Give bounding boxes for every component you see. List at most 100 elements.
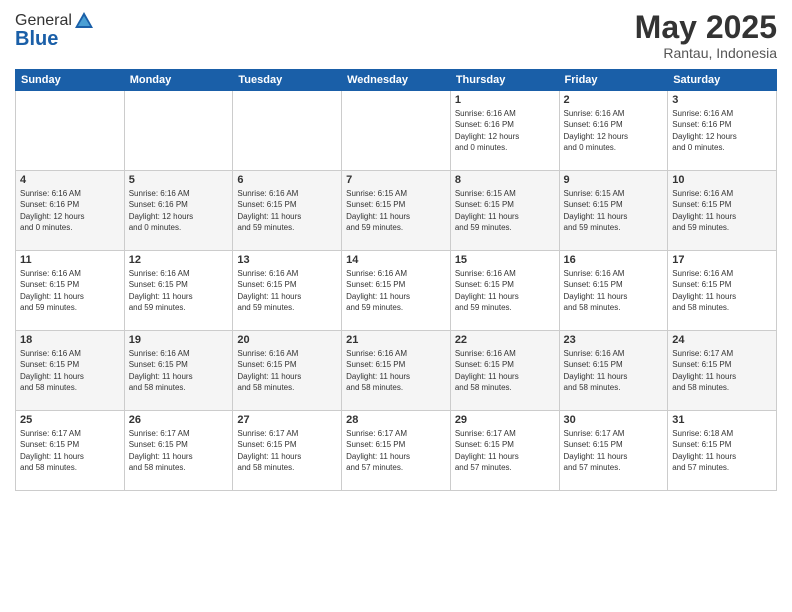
day-info: Sunrise: 6:17 AM Sunset: 6:15 PM Dayligh… [564, 428, 664, 473]
weekday-header-row: SundayMondayTuesdayWednesdayThursdayFrid… [16, 70, 777, 91]
calendar-cell: 3 Sunrise: 6:16 AM Sunset: 6:16 PM Daylig… [668, 91, 777, 171]
page: General Blue May 2025 Rantau, Indonesia … [0, 0, 792, 612]
header: General Blue May 2025 Rantau, Indonesia [15, 10, 777, 61]
calendar-cell [16, 91, 125, 171]
calendar-cell: 14Sunrise: 6:16 AM Sunset: 6:15 PM Dayli… [342, 251, 451, 331]
day-info: Sunrise: 6:16 AM Sunset: 6:15 PM Dayligh… [346, 268, 446, 313]
day-info: Sunrise: 6:16 AM Sunset: 6:15 PM Dayligh… [564, 268, 664, 313]
calendar-cell: 2 Sunrise: 6:16 AM Sunset: 6:16 PM Daylig… [559, 91, 668, 171]
calendar-cell: 26 Sunrise: 6:17 AM Sunset: 6:15 PM Dayli… [124, 411, 233, 491]
day-number: 3 [672, 94, 772, 106]
day-number: 26 [129, 414, 229, 426]
day-number: 25 [20, 414, 120, 426]
calendar-cell [342, 91, 451, 171]
calendar-cell: 1 Sunrise: 6:16 AM Sunset: 6:16 PM Daylig… [450, 91, 559, 171]
calendar-cell: 22Sunrise: 6:16 AM Sunset: 6:15 PM Dayli… [450, 331, 559, 411]
day-number: 30 [564, 414, 664, 426]
logo-icon [73, 10, 95, 32]
calendar-cell: 24 Sunrise: 6:17 AM Sunset: 6:15 PM Dayli… [668, 331, 777, 411]
day-info: Sunrise: 6:16 AM Sunset: 6:15 PM Dayligh… [20, 268, 120, 313]
subtitle: Rantau, Indonesia [635, 45, 777, 61]
day-number: 5 [129, 174, 229, 186]
week-row-2: 4Sunrise: 6:16 AM Sunset: 6:16 PM Daylig… [16, 171, 777, 251]
day-info: Sunrise: 6:16 AM Sunset: 6:16 PM Dayligh… [455, 108, 555, 153]
calendar-cell: 30 Sunrise: 6:17 AM Sunset: 6:15 PM Dayli… [559, 411, 668, 491]
day-number: 10 [672, 174, 772, 186]
main-title: May 2025 [635, 10, 777, 45]
calendar-cell: 7 Sunrise: 6:15 AM Sunset: 6:15 PM Daylig… [342, 171, 451, 251]
weekday-header-friday: Friday [559, 70, 668, 91]
day-info: Sunrise: 6:16 AM Sunset: 6:15 PM Dayligh… [20, 348, 120, 393]
day-info: Sunrise: 6:16 AM Sunset: 6:15 PM Dayligh… [237, 348, 337, 393]
day-info: Sunrise: 6:17 AM Sunset: 6:15 PM Dayligh… [346, 428, 446, 473]
day-info: Sunrise: 6:16 AM Sunset: 6:15 PM Dayligh… [129, 348, 229, 393]
calendar-cell: 5 Sunrise: 6:16 AM Sunset: 6:16 PM Daylig… [124, 171, 233, 251]
calendar-cell: 8 Sunrise: 6:15 AM Sunset: 6:15 PM Daylig… [450, 171, 559, 251]
weekday-header-monday: Monday [124, 70, 233, 91]
day-number: 11 [20, 254, 120, 266]
day-number: 7 [346, 174, 446, 186]
day-info: Sunrise: 6:18 AM Sunset: 6:15 PM Dayligh… [672, 428, 772, 473]
day-info: Sunrise: 6:16 AM Sunset: 6:15 PM Dayligh… [237, 188, 337, 233]
calendar-cell: 23Sunrise: 6:16 AM Sunset: 6:15 PM Dayli… [559, 331, 668, 411]
calendar-cell: 25Sunrise: 6:17 AM Sunset: 6:15 PM Dayli… [16, 411, 125, 491]
day-number: 8 [455, 174, 555, 186]
day-number: 16 [564, 254, 664, 266]
day-info: Sunrise: 6:15 AM Sunset: 6:15 PM Dayligh… [455, 188, 555, 233]
day-info: Sunrise: 6:16 AM Sunset: 6:15 PM Dayligh… [237, 268, 337, 313]
day-info: Sunrise: 6:17 AM Sunset: 6:15 PM Dayligh… [129, 428, 229, 473]
day-number: 17 [672, 254, 772, 266]
calendar-cell: 19 Sunrise: 6:16 AM Sunset: 6:15 PM Dayli… [124, 331, 233, 411]
day-number: 1 [455, 94, 555, 106]
week-row-3: 11 Sunrise: 6:16 AM Sunset: 6:15 PM Dayli… [16, 251, 777, 331]
calendar-cell: 12Sunrise: 6:16 AM Sunset: 6:15 PM Dayli… [124, 251, 233, 331]
day-info: Sunrise: 6:16 AM Sunset: 6:16 PM Dayligh… [129, 188, 229, 233]
day-info: Sunrise: 6:16 AM Sunset: 6:16 PM Dayligh… [564, 108, 664, 153]
calendar-cell: 20 Sunrise: 6:16 AM Sunset: 6:15 PM Dayli… [233, 331, 342, 411]
day-number: 9 [564, 174, 664, 186]
day-info: Sunrise: 6:16 AM Sunset: 6:16 PM Dayligh… [20, 188, 120, 233]
calendar-cell [124, 91, 233, 171]
day-info: Sunrise: 6:16 AM Sunset: 6:15 PM Dayligh… [672, 188, 772, 233]
calendar-cell: 18 Sunrise: 6:16 AM Sunset: 6:15 PM Dayli… [16, 331, 125, 411]
calendar: SundayMondayTuesdayWednesdayThursdayFrid… [15, 69, 777, 491]
day-number: 12 [129, 254, 229, 266]
day-number: 19 [129, 334, 229, 346]
day-number: 28 [346, 414, 446, 426]
day-info: Sunrise: 6:17 AM Sunset: 6:15 PM Dayligh… [455, 428, 555, 473]
day-number: 21 [346, 334, 446, 346]
calendar-cell: 21Sunrise: 6:16 AM Sunset: 6:15 PM Dayli… [342, 331, 451, 411]
day-number: 24 [672, 334, 772, 346]
calendar-cell: 16 Sunrise: 6:16 AM Sunset: 6:15 PM Dayli… [559, 251, 668, 331]
day-info: Sunrise: 6:15 AM Sunset: 6:15 PM Dayligh… [346, 188, 446, 233]
day-info: Sunrise: 6:17 AM Sunset: 6:15 PM Dayligh… [672, 348, 772, 393]
day-number: 18 [20, 334, 120, 346]
calendar-cell: 29 Sunrise: 6:17 AM Sunset: 6:15 PM Dayli… [450, 411, 559, 491]
day-number: 2 [564, 94, 664, 106]
week-row-5: 25 Sunrise: 6:17 AM Sunset: 6:15 PM Dayli… [16, 411, 777, 491]
calendar-cell: 15 Sunrise: 6:16 AM Sunset: 6:15 PM Dayli… [450, 251, 559, 331]
day-number: 13 [237, 254, 337, 266]
calendar-cell: 4Sunrise: 6:16 AM Sunset: 6:16 PM Daylig… [16, 171, 125, 251]
day-number: 20 [237, 334, 337, 346]
weekday-header-saturday: Saturday [668, 70, 777, 91]
day-info: Sunrise: 6:15 AM Sunset: 6:15 PM Dayligh… [564, 188, 664, 233]
day-info: Sunrise: 6:16 AM Sunset: 6:15 PM Dayligh… [455, 268, 555, 313]
calendar-cell: 13 Sunrise: 6:16 AM Sunset: 6:15 PM Dayli… [233, 251, 342, 331]
logo-blue-text: Blue [15, 28, 58, 51]
day-number: 29 [455, 414, 555, 426]
calendar-cell: 10 Sunrise: 6:16 AM Sunset: 6:15 PM Dayli… [668, 171, 777, 251]
day-number: 27 [237, 414, 337, 426]
day-info: Sunrise: 6:16 AM Sunset: 6:16 PM Dayligh… [672, 108, 772, 153]
calendar-cell: 27Sunrise: 6:17 AM Sunset: 6:15 PM Dayli… [233, 411, 342, 491]
day-info: Sunrise: 6:16 AM Sunset: 6:15 PM Dayligh… [564, 348, 664, 393]
weekday-header-sunday: Sunday [16, 70, 125, 91]
weekday-header-wednesday: Wednesday [342, 70, 451, 91]
calendar-cell: 11 Sunrise: 6:16 AM Sunset: 6:15 PM Dayli… [16, 251, 125, 331]
calendar-cell: 17 Sunrise: 6:16 AM Sunset: 6:15 PM Dayli… [668, 251, 777, 331]
weekday-header-tuesday: Tuesday [233, 70, 342, 91]
day-number: 31 [672, 414, 772, 426]
calendar-cell: 9 Sunrise: 6:15 AM Sunset: 6:15 PM Daylig… [559, 171, 668, 251]
day-number: 15 [455, 254, 555, 266]
day-info: Sunrise: 6:16 AM Sunset: 6:15 PM Dayligh… [672, 268, 772, 313]
